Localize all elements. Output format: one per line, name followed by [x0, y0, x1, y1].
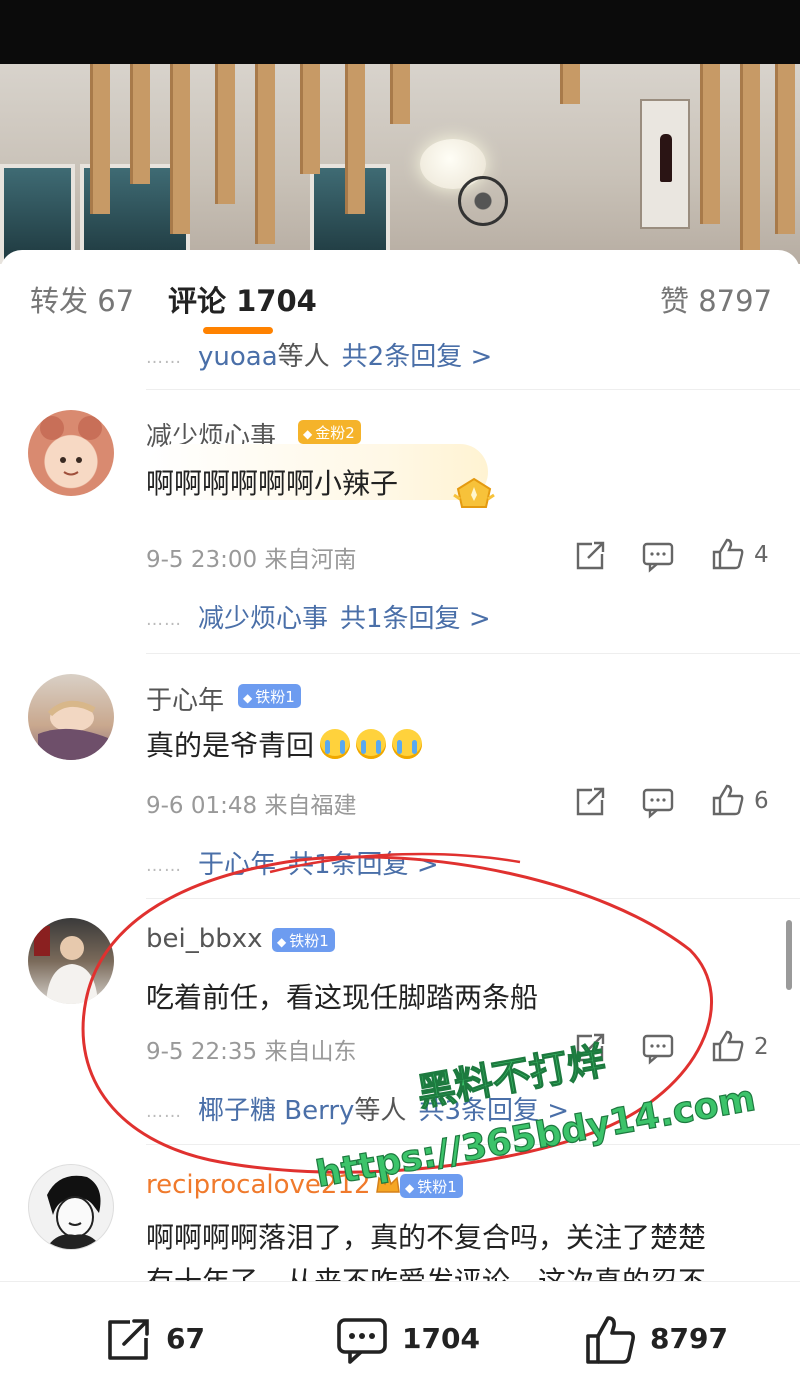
- beam: [255, 64, 275, 244]
- fan: [458, 176, 508, 226]
- dots: ……: [146, 609, 182, 630]
- reply-total: 共1条回复 >: [288, 850, 439, 880]
- comment-location: 来自福建: [264, 793, 357, 819]
- replies-link[interactable]: …… 于心年 共1条回复 >: [146, 844, 439, 881]
- beam: [700, 64, 720, 224]
- like-button[interactable]: 8797: [584, 1314, 728, 1364]
- beam: [775, 64, 795, 234]
- scrollbar[interactable]: [786, 920, 792, 990]
- comment-text-line1: 啊啊啊啊落泪了，真的不复合吗，关注了楚楚: [146, 1221, 707, 1254]
- like-count-total: 8797: [650, 1322, 728, 1355]
- avatar[interactable]: [28, 410, 114, 496]
- crying-emoji-icon: [392, 729, 423, 759]
- comment-icon[interactable]: [640, 784, 676, 820]
- comment-button[interactable]: 1704: [336, 1314, 480, 1364]
- reply-total: 共2条回复 >: [341, 342, 493, 372]
- divider: [146, 653, 800, 654]
- beam: [215, 64, 235, 204]
- beam: [300, 64, 320, 174]
- replies-link[interactable]: …… yuoaa等人 共2条回复 >: [146, 336, 492, 373]
- comment-icon[interactable]: [640, 1030, 676, 1066]
- comment-text-content: 真的是爷青回: [146, 729, 315, 762]
- gold-badge-icon: [453, 477, 495, 508]
- comment-text: 真的是爷青回: [146, 724, 423, 764]
- tab-likes[interactable]: 赞 8797: [660, 278, 772, 320]
- comment-username[interactable]: bei_bbxx: [146, 924, 263, 954]
- beam: [560, 64, 580, 104]
- fan-badge: 铁粉1: [400, 1174, 463, 1198]
- post-image[interactable]: [0, 64, 800, 264]
- comment-location: 来自山东: [264, 1039, 357, 1065]
- share-icon[interactable]: [572, 784, 608, 820]
- comment-meta: 9-6 01:48 来自福建: [146, 786, 356, 820]
- status-bar: [0, 0, 800, 64]
- share-icon[interactable]: [572, 1030, 608, 1066]
- bottom-action-bar: 67 1704 8797: [0, 1281, 800, 1393]
- beam: [345, 64, 365, 214]
- tab-reposts[interactable]: 转发 67: [30, 278, 134, 320]
- comment-meta: 9-5 23:00 来自河南: [146, 540, 356, 574]
- like-icon[interactable]: [710, 536, 746, 572]
- beam: [740, 64, 760, 254]
- reply-user-name: 于心年: [198, 850, 277, 880]
- comment-meta: 9-5 22:35 来自山东: [146, 1032, 356, 1066]
- like-icon[interactable]: [710, 782, 746, 818]
- comment-time: 9-5 23:00: [146, 547, 258, 573]
- crying-emoji-icon: [356, 729, 387, 759]
- repost-icon: [108, 1319, 149, 1360]
- comment-count: 1704: [402, 1322, 480, 1355]
- avatar[interactable]: [28, 674, 114, 760]
- comment-username[interactable]: reciprocalove212: [146, 1170, 371, 1200]
- reply-suffix: 等人: [277, 342, 330, 372]
- divider: [146, 898, 800, 899]
- tab-comments[interactable]: 评论 1704: [168, 278, 317, 320]
- like-icon[interactable]: [710, 1028, 746, 1064]
- share-icon[interactable]: [572, 538, 608, 574]
- crown-icon: [376, 1172, 400, 1193]
- comment-username[interactable]: 于心年: [146, 680, 224, 717]
- like-count: 6: [754, 788, 769, 814]
- reply-user-name: yuoaa: [198, 342, 278, 372]
- fan-badge: 铁粉1: [272, 928, 335, 952]
- tab-bar: 转发 67 评论 1704 赞 8797: [0, 250, 800, 342]
- dots: ……: [146, 1101, 182, 1122]
- comment-text: 吃着前任，看这现任脚踏两条船: [146, 981, 539, 1014]
- active-tab-indicator: [203, 327, 273, 334]
- replies-link[interactable]: …… 椰子糖 Berry等人 共3条回复 >: [146, 1090, 569, 1127]
- beam: [390, 64, 410, 124]
- beam: [130, 64, 150, 184]
- dots: ……: [146, 855, 182, 876]
- reply-total: 共3条回复 >: [418, 1096, 570, 1126]
- thumbs-up-icon: [586, 1316, 635, 1364]
- comment-text: 啊啊啊啊啊啊小辣子: [146, 467, 399, 500]
- like-count: 4: [754, 542, 769, 568]
- beam: [90, 64, 110, 214]
- repost-button[interactable]: 67: [102, 1314, 222, 1364]
- reply-user-name: 减少烦心事: [198, 604, 329, 634]
- fan-badge: 金粉2: [298, 420, 361, 444]
- reply-user-name: 椰子糖 Berry: [198, 1096, 355, 1126]
- divider: [146, 1144, 800, 1145]
- fan-badge: 铁粉1: [238, 684, 301, 708]
- avatar[interactable]: [28, 918, 114, 1004]
- replies-link[interactable]: …… 减少烦心事 共1条回复 >: [146, 598, 491, 635]
- comment-time: 9-5 22:35: [146, 1039, 258, 1065]
- divider: [146, 389, 800, 390]
- repost-count: 67: [166, 1322, 205, 1355]
- comments-panel: 转发 67 评论 1704 赞 8797 …… yuoaa等人 共2条回复 > 减少…: [0, 250, 800, 1393]
- window-image-part: [0, 164, 75, 264]
- comment-icon[interactable]: [640, 538, 676, 574]
- comment-location: 来自河南: [264, 547, 357, 573]
- avatar[interactable]: [28, 1164, 114, 1250]
- like-count: 2: [754, 1034, 769, 1060]
- dots: ……: [146, 347, 182, 368]
- crying-emoji-icon: [320, 729, 351, 759]
- bottle: [660, 134, 672, 182]
- reply-total: 共1条回复 >: [340, 604, 491, 634]
- comment-bubble-icon: [337, 1318, 387, 1364]
- reply-suffix: 等人: [354, 1096, 407, 1126]
- comment-time: 9-6 01:48: [146, 793, 258, 819]
- beam: [170, 64, 190, 234]
